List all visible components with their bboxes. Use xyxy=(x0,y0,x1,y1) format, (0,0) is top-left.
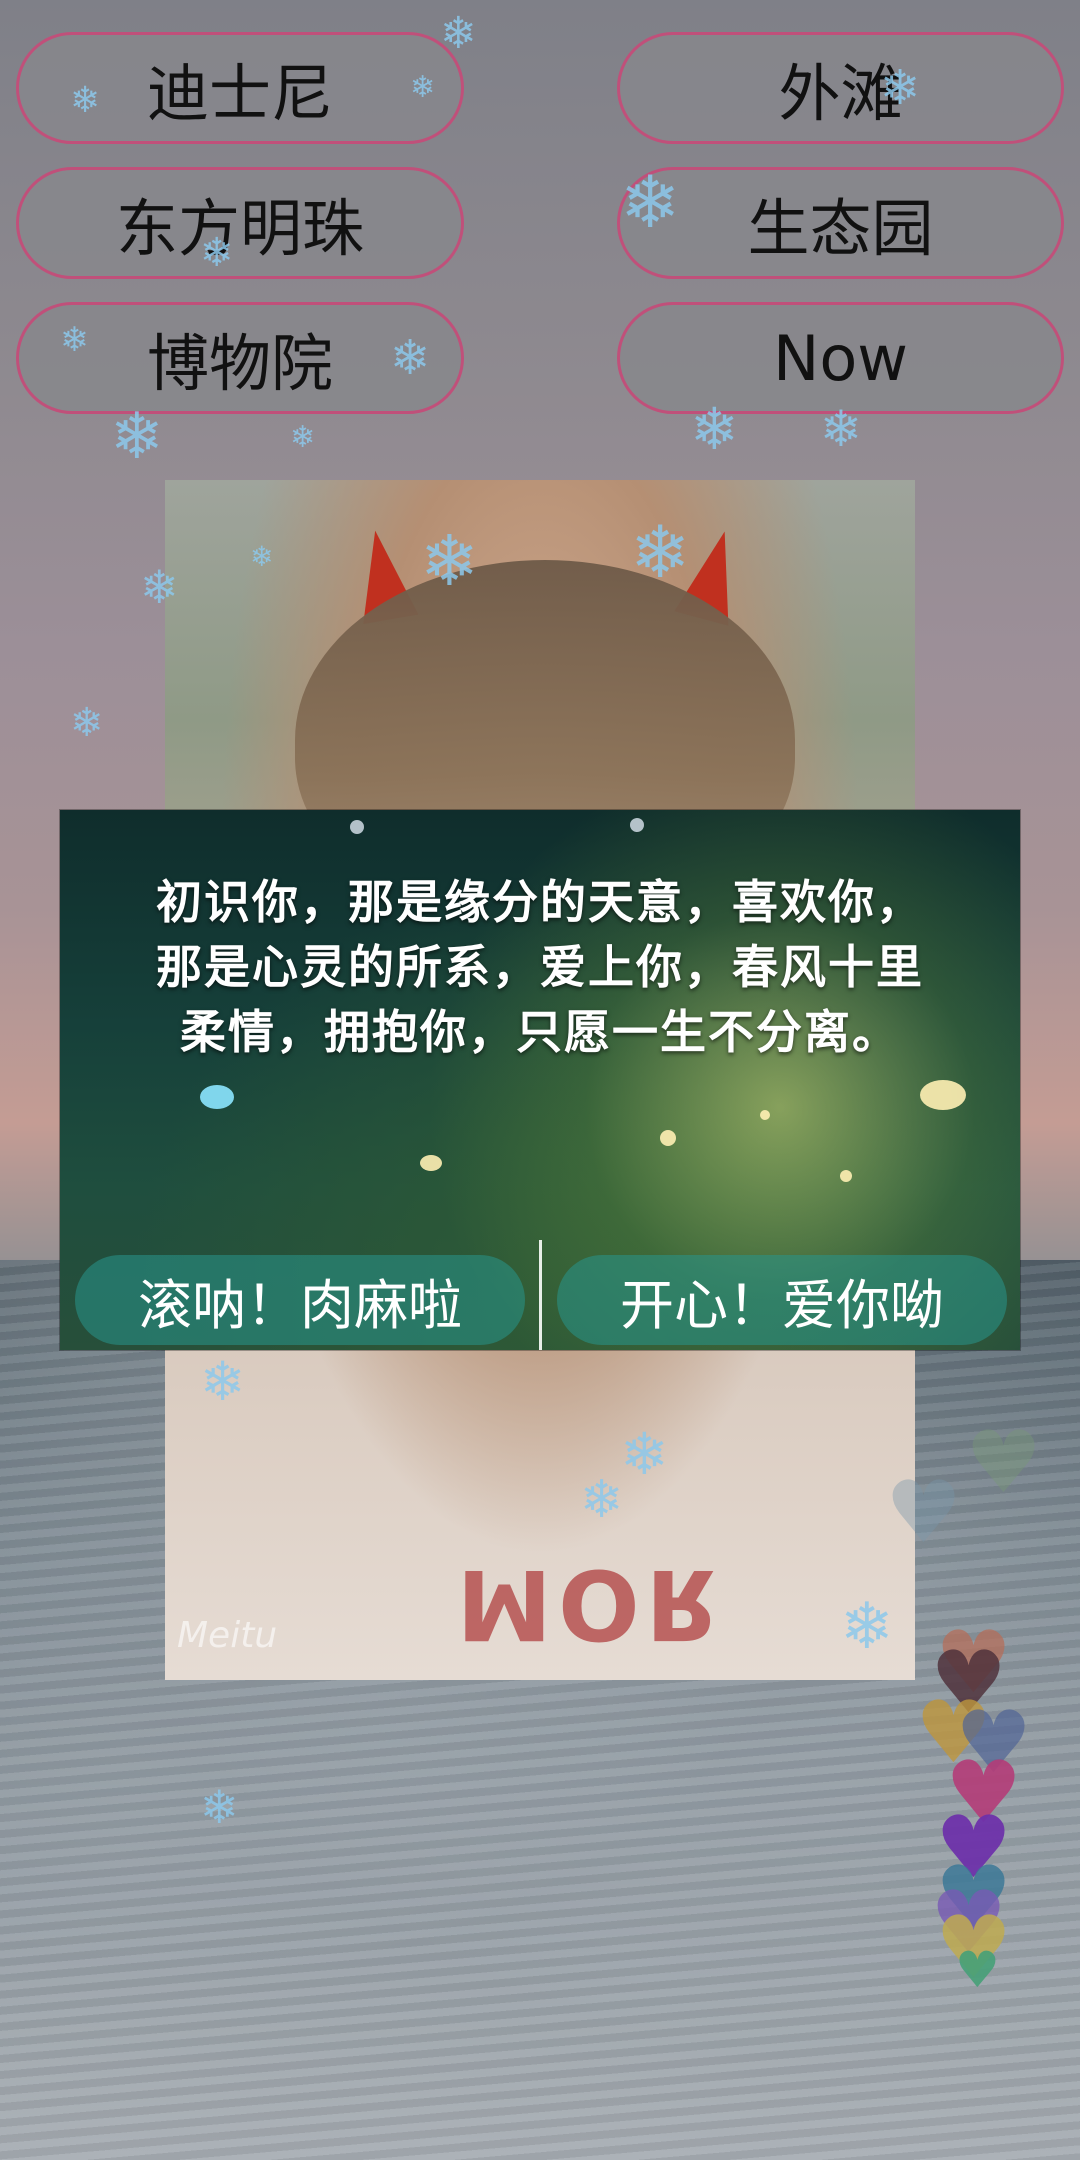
snowflake-icon: ❄ xyxy=(620,1420,669,1488)
snowflake-icon: ❄ xyxy=(140,560,179,614)
snowflake-icon: ❄ xyxy=(110,400,164,474)
photo-watermark: Meitu xyxy=(177,1615,278,1656)
reject-button[interactable]: 滚呐！肉麻啦 xyxy=(75,1255,525,1345)
snowflake-icon: ❄ xyxy=(200,1780,239,1834)
snowflake-icon: ❄ xyxy=(410,70,436,105)
snowflake-icon: ❄ xyxy=(840,1590,894,1664)
snowflake-icon: ❄ xyxy=(580,1470,624,1530)
snowflake-icon: ❄ xyxy=(440,8,477,59)
shirt-text: ЯOM xyxy=(450,1548,720,1660)
snowflake-icon: ❄ xyxy=(200,230,234,276)
snowflake-icon: ❄ xyxy=(60,320,89,360)
snowflake-icon: ❄ xyxy=(690,395,739,463)
snowflake-icon: ❄ xyxy=(250,540,274,573)
snowflake-icon: ❄ xyxy=(420,520,479,602)
snowflake-icon: ❄ xyxy=(290,420,316,455)
heart-icon: ♥ xyxy=(955,1941,1000,1999)
accept-button[interactable]: 开心！爱你呦 xyxy=(557,1255,1007,1345)
bund-button[interactable]: 外滩 xyxy=(617,32,1064,144)
snowflake-icon: ❄ xyxy=(820,400,862,458)
snowflake-icon: ❄ xyxy=(200,1350,246,1413)
button-divider xyxy=(539,1240,542,1350)
snowflake-icon: ❄ xyxy=(630,510,691,594)
snowflake-icon: ❄ xyxy=(620,160,681,244)
snowflake-icon: ❄ xyxy=(70,80,101,121)
heart-icon: ♥ xyxy=(885,1463,963,1563)
snowflake-icon: ❄ xyxy=(880,60,921,116)
now-button[interactable]: Now xyxy=(617,302,1064,414)
dialog-button-row: 滚呐！肉麻啦 开心！爱你呦 xyxy=(60,1240,1020,1350)
snowflake-icon: ❄ xyxy=(70,700,104,746)
love-message: 初识你，那是缘分的天意，喜欢你，那是心灵的所系，爱上你，春风十里柔情，拥抱你，只… xyxy=(156,875,924,1059)
oriental-pearl-button[interactable]: 东方明珠 xyxy=(16,167,464,279)
snowflake-icon: ❄ xyxy=(390,330,431,386)
heart-icon: ♥ xyxy=(965,1413,1043,1513)
eco-park-button[interactable]: 生态园 xyxy=(617,167,1064,279)
love-message-dialog: 初识你，那是缘分的天意，喜欢你，那是心灵的所系，爱上你，春风十里柔情，拥抱你，只… xyxy=(60,810,1020,1350)
